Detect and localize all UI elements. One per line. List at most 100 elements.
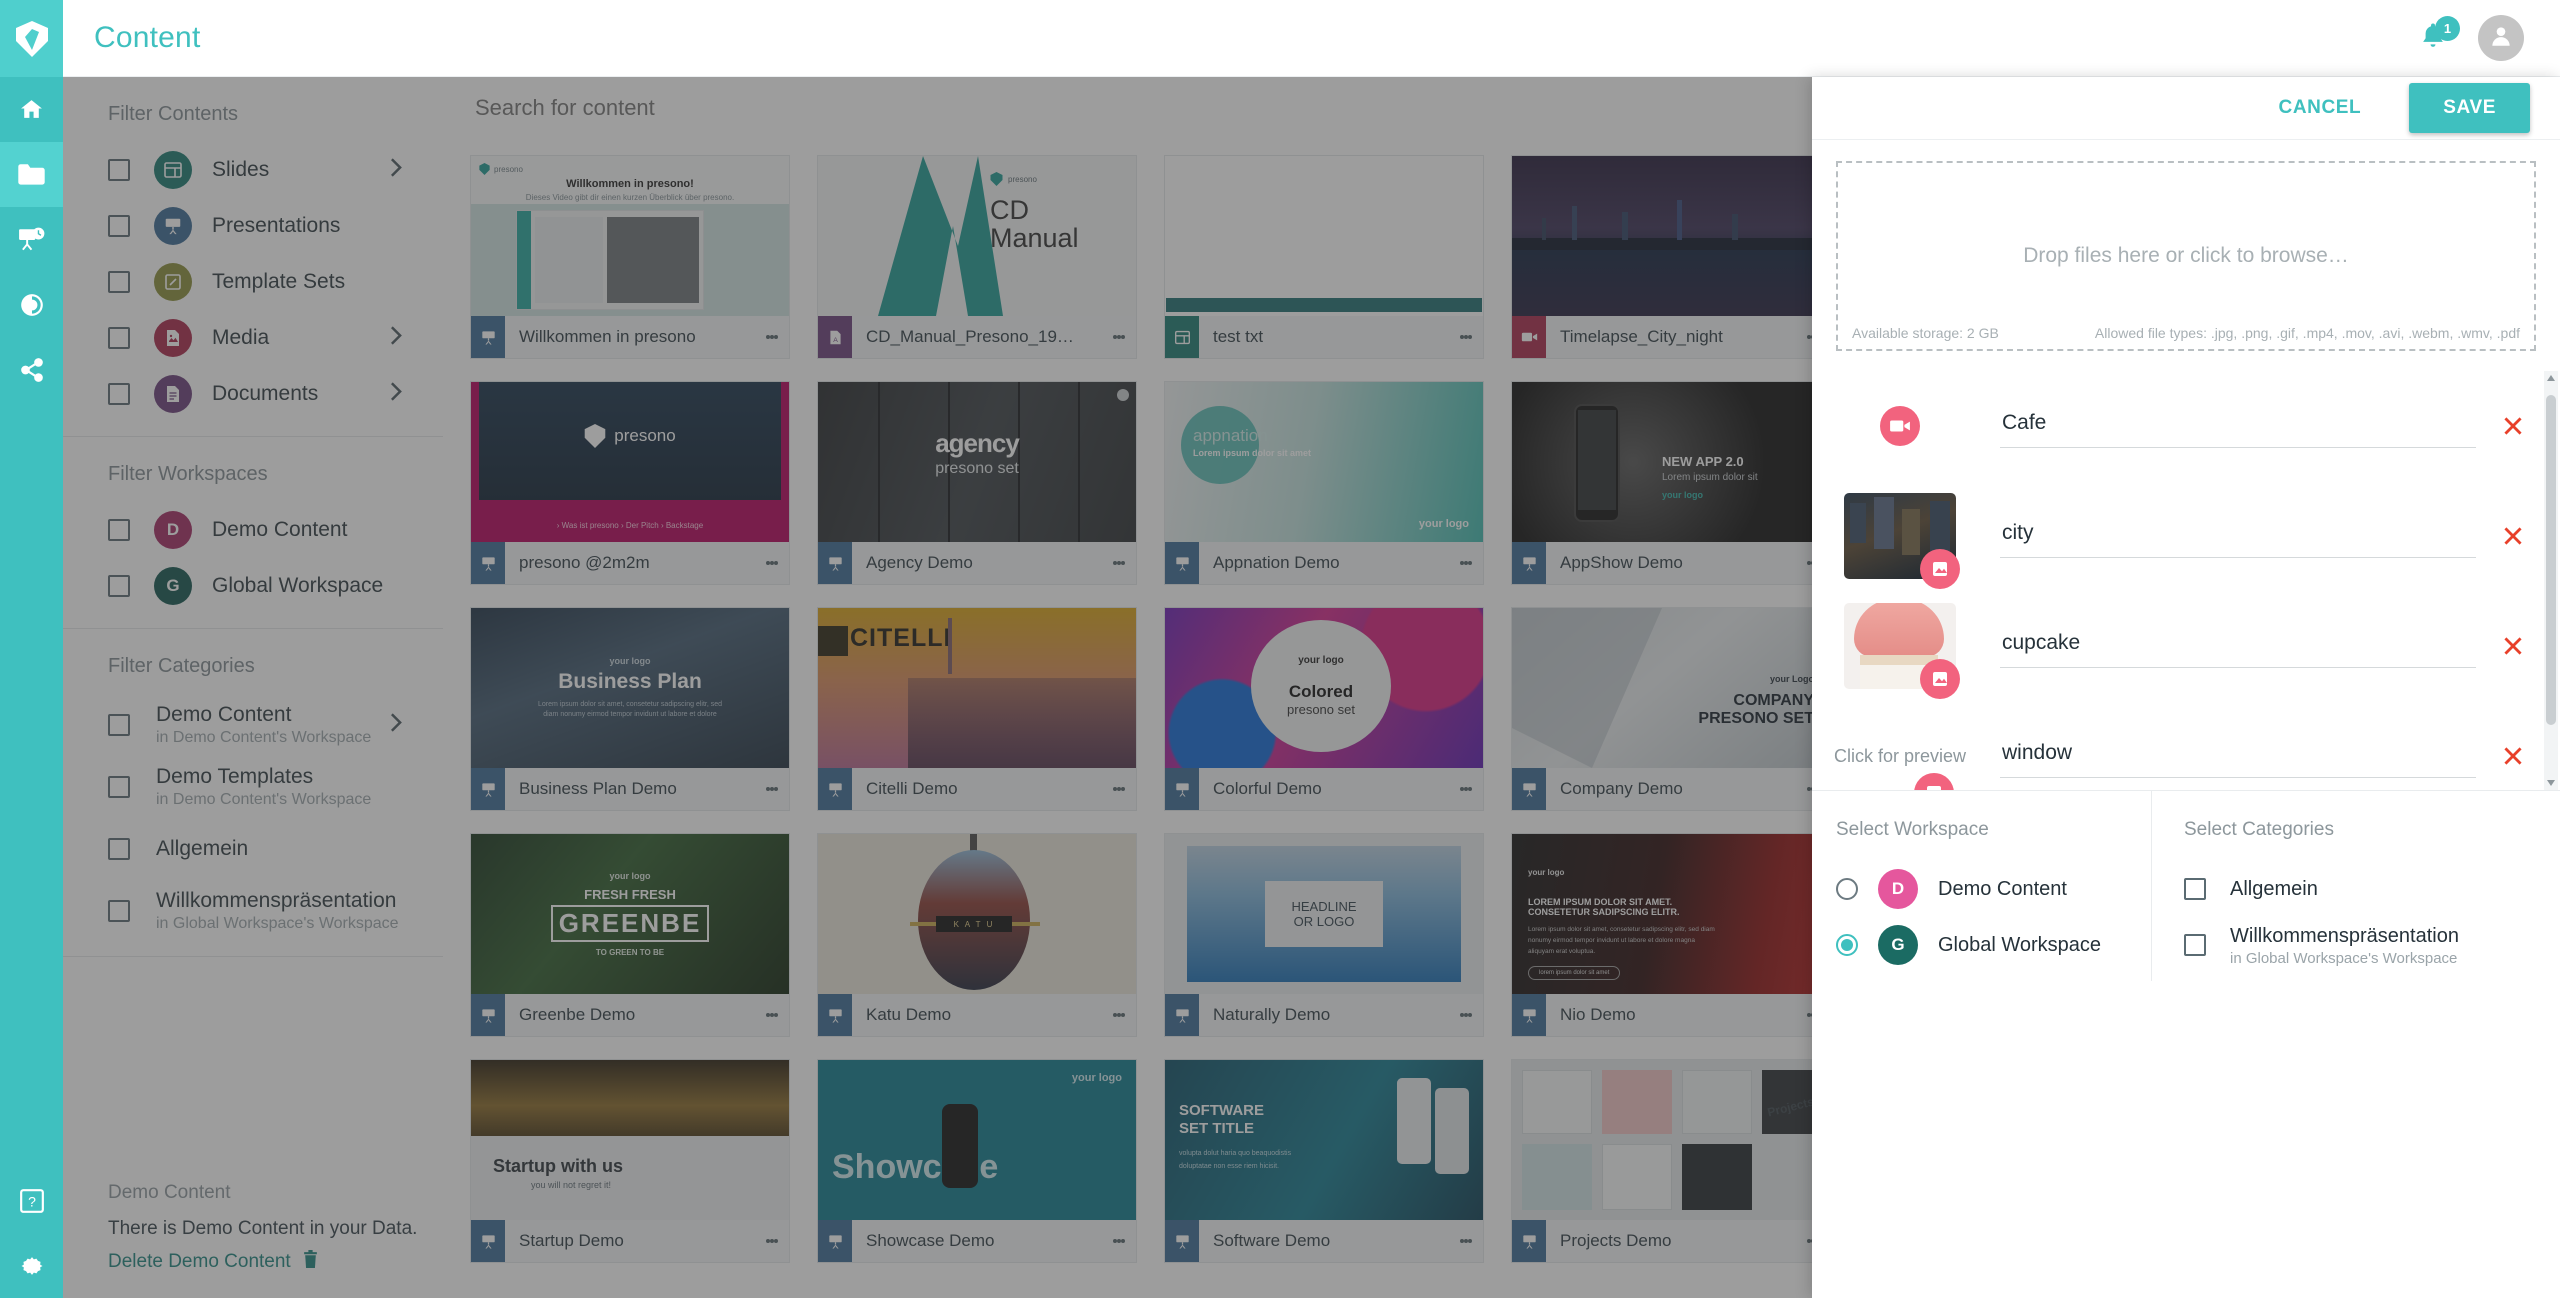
sidebar-item-content[interactable] (0, 142, 63, 207)
checkbox-allgemein[interactable] (2184, 878, 2206, 900)
content-card[interactable]: your Logo COMPANY PRESONO SET Company De… (1511, 607, 1812, 811)
filter-row-media[interactable]: Media (63, 310, 443, 366)
file-dropzone[interactable]: Drop files here or click to browse… Avai… (1836, 161, 2536, 351)
checkbox-category-willkommen[interactable] (108, 900, 130, 922)
filter-row-category-demo-content[interactable]: Demo Content in Demo Content's Workspace (63, 694, 443, 756)
filter-row-presentations[interactable]: Presentations (63, 198, 443, 254)
content-card[interactable]: your logo FRESH FRESH GREENBE TO GREEN T… (470, 833, 790, 1037)
card-menu-button[interactable] (755, 1011, 789, 1019)
radio-demo-content[interactable] (1836, 878, 1858, 900)
filter-row-slides[interactable]: Slides (63, 142, 443, 198)
checkbox-willkommenspraesentation[interactable] (2184, 934, 2206, 956)
scroll-up-arrow[interactable] (2547, 375, 2555, 381)
checkbox-documents[interactable] (108, 383, 130, 405)
content-card[interactable]: presono Willkommen in presono! Dieses Vi… (470, 155, 790, 359)
save-button[interactable]: SAVE (2409, 83, 2530, 133)
remove-file-button[interactable] (2496, 519, 2530, 553)
content-card[interactable]: presono CD Manual A CD_Manual_Presono_19… (817, 155, 1137, 359)
uploaded-file-list[interactable]: Click for preview (1812, 371, 2560, 791)
scrollbar-thumb[interactable] (2546, 395, 2556, 725)
filter-row-category-demo-templates[interactable]: Demo Templates in Demo Content's Workspa… (63, 756, 443, 818)
chevron-right-icon[interactable] (389, 712, 403, 739)
content-card[interactable]: Projects Projects Demo (1511, 1059, 1812, 1263)
content-card[interactable]: agency presono set Agency Demo (817, 381, 1137, 585)
checkbox-workspace-demo-content[interactable] (108, 519, 130, 541)
content-card[interactable]: Timelapse_City_night (1511, 155, 1812, 359)
workspace-option-global[interactable]: G Global Workspace (1836, 917, 2151, 973)
filter-row-workspace-global[interactable]: G Global Workspace (63, 558, 443, 614)
card-menu-button[interactable] (1449, 1237, 1483, 1245)
cancel-button[interactable]: CANCEL (2265, 87, 2376, 129)
card-menu-button[interactable] (1449, 1011, 1483, 1019)
sidebar-item-analytics[interactable] (0, 272, 63, 337)
card-menu-button[interactable] (755, 559, 789, 567)
card-menu-button[interactable] (1796, 1237, 1812, 1245)
sidebar-item-share[interactable] (0, 337, 63, 402)
content-card[interactable]: SOFTWARE SET TITLE volupta dolut haria q… (1164, 1059, 1484, 1263)
file-name-input[interactable] (2000, 404, 2476, 448)
help-button[interactable]: ? (0, 1168, 63, 1233)
filter-row-category-allgemein[interactable]: Allgemein (63, 818, 443, 880)
card-menu-button[interactable] (1102, 1011, 1136, 1019)
content-card[interactable]: your logo Showcase Showcase Demo (817, 1059, 1137, 1263)
notifications-button[interactable]: 1 (2418, 16, 2460, 55)
remove-file-button[interactable] (2496, 739, 2530, 773)
remove-file-button[interactable] (2496, 629, 2530, 663)
filter-row-documents[interactable]: Documents (63, 366, 443, 422)
content-card[interactable]: Startup with us you will not regret it! … (470, 1059, 790, 1263)
category-option-allgemein[interactable]: Allgemein (2184, 861, 2560, 917)
card-menu-button[interactable] (1449, 333, 1483, 341)
file-name-input[interactable] (2000, 514, 2476, 558)
file-name-input[interactable] (2000, 624, 2476, 668)
chevron-right-icon[interactable] (389, 381, 403, 408)
checkbox-workspace-global[interactable] (108, 575, 130, 597)
radio-global-workspace[interactable] (1836, 934, 1858, 956)
checkbox-media[interactable] (108, 327, 130, 349)
card-menu-button[interactable] (1102, 1237, 1136, 1245)
chevron-right-icon[interactable] (389, 157, 403, 184)
filter-row-workspace-demo-content[interactable]: D Demo Content (63, 502, 443, 558)
content-card[interactable]: your logo LOREM IPSUM DOLOR SIT AMET. CO… (1511, 833, 1812, 1037)
file-name-input[interactable] (2000, 734, 2476, 778)
content-card[interactable]: appnation Lorem ipsum dolor sit amet you… (1164, 381, 1484, 585)
checkbox-presentations[interactable] (108, 215, 130, 237)
file-thumbnail[interactable] (1824, 599, 1976, 699)
checkbox-category-demo-content[interactable] (108, 714, 130, 736)
filter-row-category-willkommen[interactable]: Willkommenspräsentation in Global Worksp… (63, 880, 443, 942)
card-menu-button[interactable] (1102, 785, 1136, 793)
settings-button[interactable] (0, 1233, 63, 1298)
file-thumbnail[interactable]: Click for preview (1824, 709, 1976, 790)
file-thumbnail[interactable] (1824, 379, 1976, 473)
scroll-down-arrow[interactable] (2547, 780, 2555, 786)
card-menu-button[interactable] (755, 785, 789, 793)
content-card[interactable]: your logo Colored presono set Colorful D… (1164, 607, 1484, 811)
card-menu-button[interactable] (1449, 785, 1483, 793)
category-option-willkommen[interactable]: Willkommenspräsentation in Global Worksp… (2184, 917, 2560, 973)
card-menu-button[interactable] (1796, 1011, 1812, 1019)
card-menu-button[interactable] (1102, 559, 1136, 567)
filter-row-template-sets[interactable]: Template Sets (63, 254, 443, 310)
content-card[interactable]: your logo Business Plan Lorem ipsum dolo… (470, 607, 790, 811)
card-menu-button[interactable] (755, 333, 789, 341)
content-card[interactable]: presono › Was ist presono › Der Pitch › … (470, 381, 790, 585)
sidebar-item-present[interactable] (0, 207, 63, 272)
content-card[interactable]: K A T U Katu Demo (817, 833, 1137, 1037)
card-menu-button[interactable] (1796, 559, 1812, 567)
avatar[interactable] (2478, 15, 2524, 61)
content-card[interactable]: CITELLI Citelli Demo (817, 607, 1137, 811)
checkbox-category-allgemein[interactable] (108, 838, 130, 860)
card-menu-button[interactable] (1449, 559, 1483, 567)
card-menu-button[interactable] (1796, 785, 1812, 793)
content-card[interactable]: NEW APP 2.0 Lorem ipsum dolor sit your l… (1511, 381, 1812, 585)
file-thumbnail[interactable] (1824, 489, 1976, 589)
chevron-right-icon[interactable] (389, 325, 403, 352)
checkbox-slides[interactable] (108, 159, 130, 181)
content-card[interactable]: HEADLINE OR LOGO Naturally Demo (1164, 833, 1484, 1037)
card-menu-button[interactable] (755, 1237, 789, 1245)
content-card[interactable]: test txt (1164, 155, 1484, 359)
app-logo[interactable] (0, 0, 63, 77)
sidebar-item-home[interactable] (0, 77, 63, 142)
checkbox-category-demo-templates[interactable] (108, 776, 130, 798)
card-menu-button[interactable] (1796, 333, 1812, 341)
workspace-option-demo-content[interactable]: D Demo Content (1836, 861, 2151, 917)
